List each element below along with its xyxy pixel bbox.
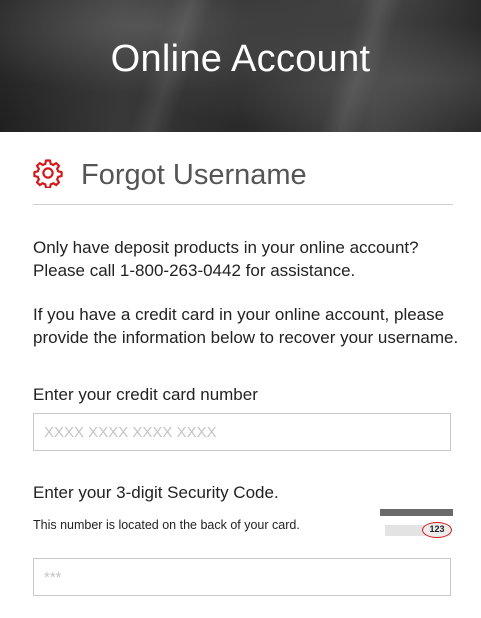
card-number-label: Enter your credit card number (33, 385, 258, 404)
security-code-hint: This number is located on the back of yo… (33, 518, 300, 532)
magnetic-stripe (380, 509, 453, 516)
security-code-input[interactable] (33, 558, 451, 596)
card-number-input[interactable] (33, 413, 451, 451)
deposit-notice: Only have deposit products in your onlin… (33, 238, 419, 280)
section-title: Forgot Username (81, 159, 307, 191)
security-code-label: Enter your 3-digit Security Code. (33, 483, 279, 502)
page-title: Online Account (110, 38, 371, 80)
card-back-illustration: 123 (380, 509, 453, 539)
hero-banner: Online Account (0, 0, 481, 132)
credit-card-notice: If you have a credit card in your online… (33, 305, 459, 347)
section-header: Forgot Username (33, 156, 453, 205)
gear-icon (33, 159, 63, 188)
security-code-sample: 123 (422, 522, 452, 538)
